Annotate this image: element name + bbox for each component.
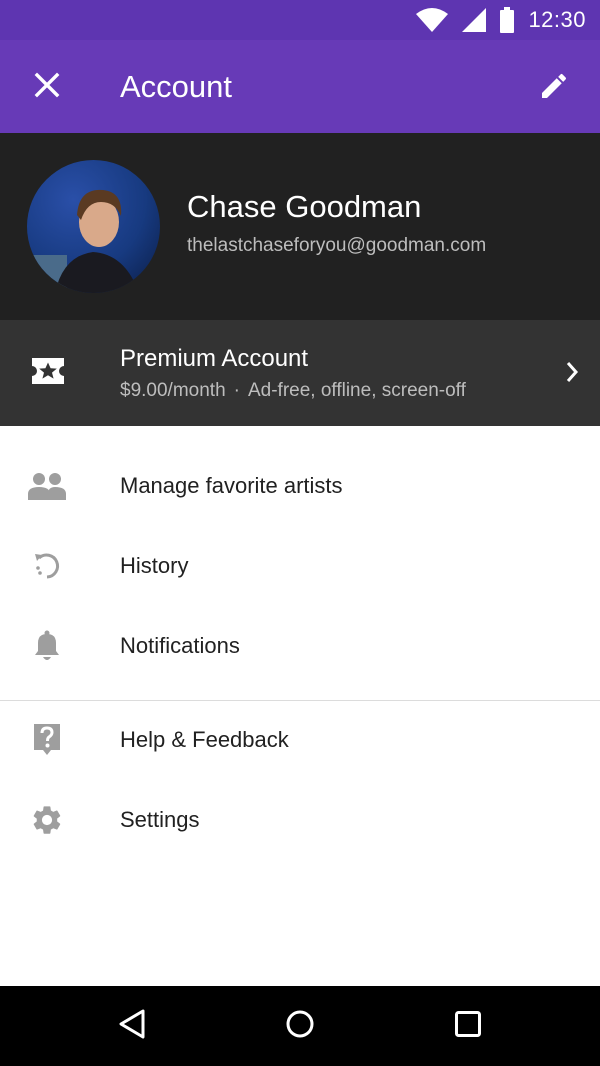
battery-icon [500,7,515,33]
premium-price: $9.00/month [120,380,226,401]
chevron-right-icon [564,360,580,389]
system-nav-bar [0,986,600,1066]
menu-item-label: History [120,553,189,578]
menu-item-help-feedback[interactable]: Help & Feedback [0,700,600,780]
profile-email: thelastchaseforyou@goodman.com [187,235,487,256]
help-icon [27,720,67,760]
menu-item-history[interactable]: History [0,526,600,606]
ticket-star-icon [30,356,66,391]
separator-dot: · [233,380,240,401]
menu-item-label: Manage favorite artists [120,473,343,498]
close-button[interactable] [28,68,66,106]
premium-subtitle: $9.00/month · Ad-free, offline, screen-off [120,378,466,404]
status-time: 12:30 [528,7,586,32]
recents-square-icon [454,1010,482,1043]
back-button[interactable] [112,1006,152,1046]
edit-pencil-icon [538,70,570,107]
menu-item-manage-favorite-artists[interactable]: Manage favorite artists [0,446,600,526]
people-icon [27,466,67,506]
avatar[interactable] [27,160,160,293]
premium-features: Ad-free, offline, screen-off [247,380,466,401]
wifi-icon [416,8,449,32]
home-circle-icon [285,1009,315,1044]
status-bar: 12:30 [0,0,600,40]
menu-item-notifications[interactable]: Notifications [0,606,600,686]
profile-name: Chase Goodman [187,189,422,224]
home-button[interactable] [280,1006,320,1046]
bell-icon [27,626,67,666]
premium-account-row[interactable]: Premium Account $9.00/month · Ad-free, off… [0,320,600,426]
profile-header: Chase Goodman thelastchaseforyou@goodman… [0,133,600,320]
page-title: Account [120,69,233,104]
history-icon [27,546,67,586]
close-icon [34,72,60,103]
back-triangle-icon [117,1008,147,1045]
menu-item-label: Notifications [120,633,240,658]
premium-title: Premium Account [120,345,309,372]
gear-icon [27,800,67,840]
edit-button[interactable] [534,68,574,108]
recents-button[interactable] [448,1006,488,1046]
cell-signal-icon [462,8,487,32]
menu-item-label: Help & Feedback [120,727,289,752]
menu-item-settings[interactable]: Settings [0,780,600,860]
app-bar: Account [0,40,600,133]
menu-item-label: Settings [120,807,200,832]
